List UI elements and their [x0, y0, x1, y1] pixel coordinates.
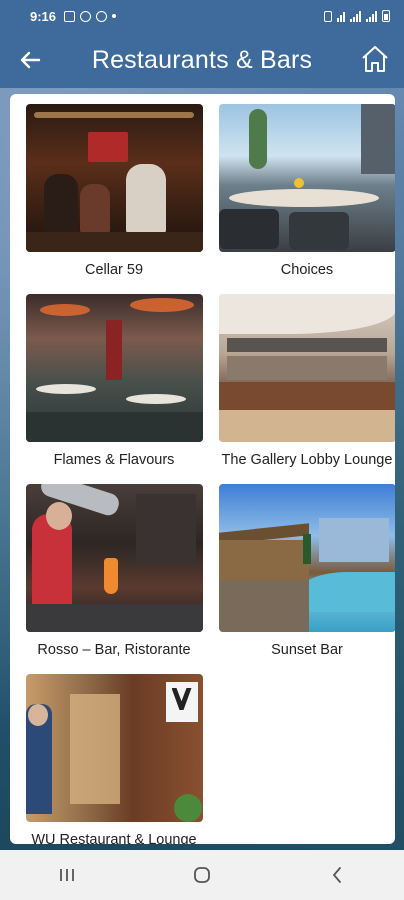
- venue-name: Choices: [280, 262, 334, 278]
- wifi-signal-icon: [337, 11, 345, 22]
- venue-name: The Gallery Lobby Lounge: [221, 452, 393, 468]
- lock-icon: [324, 10, 332, 22]
- venue-photo: [25, 104, 203, 252]
- chevron-left-icon: [332, 867, 341, 883]
- venue-photo: [25, 294, 203, 442]
- recents-icon: [60, 869, 75, 881]
- venue-tile-flames-flavours[interactable]: Flames & Flavours: [19, 294, 209, 484]
- system-nav-bar: [0, 850, 404, 900]
- page-title: Restaurants & Bars: [91, 45, 313, 74]
- system-home-button[interactable]: [182, 855, 222, 895]
- system-back-button[interactable]: [317, 855, 357, 895]
- gallery-icon: [64, 10, 76, 22]
- notification-icons: [64, 10, 117, 22]
- home-icon: [362, 46, 388, 72]
- venue-photo: [25, 484, 203, 632]
- whatsapp-icon: [96, 10, 108, 22]
- system-icons: [324, 10, 390, 22]
- venue-name: Cellar 59: [84, 262, 144, 278]
- app-bar: Restaurants & Bars: [0, 32, 404, 88]
- venue-name: Sunset Bar: [271, 642, 343, 658]
- venue-photo: [218, 484, 395, 632]
- cell-signal-2-icon: [366, 10, 377, 22]
- cell-signal-icon: [350, 10, 361, 22]
- circle-home-icon: [194, 867, 210, 883]
- status-time: 9:16: [30, 8, 57, 24]
- venue-tile-cellar-59[interactable]: Cellar 59: [19, 104, 209, 294]
- venue-grid: Cellar 59 Choices Flames & Flavours The …: [10, 94, 395, 844]
- venue-name: Rosso – Bar, Ristorante: [37, 642, 191, 658]
- battery-icon: [382, 10, 390, 22]
- venue-photo: [25, 674, 203, 822]
- venue-photo: [218, 294, 395, 442]
- arrow-left-icon: [20, 51, 41, 69]
- venue-tile-gallery-lobby-lounge[interactable]: The Gallery Lobby Lounge: [212, 294, 395, 484]
- recents-button[interactable]: [47, 855, 87, 895]
- status-bar: 9:16: [0, 0, 404, 32]
- venue-tile-sunset-bar[interactable]: Sunset Bar: [212, 484, 395, 674]
- venue-name: Flames & Flavours: [53, 452, 175, 468]
- venue-tile-rosso[interactable]: Rosso – Bar, Ristorante: [19, 484, 209, 674]
- venue-photo: [218, 104, 395, 252]
- home-button[interactable]: [358, 42, 392, 76]
- telegram-icon: [80, 10, 92, 22]
- venue-list-card: Cellar 59 Choices Flames & Flavours The …: [10, 94, 395, 844]
- venue-tile-choices[interactable]: Choices: [212, 104, 395, 294]
- venue-name: WU Restaurant & Lounge: [31, 832, 197, 844]
- more-dot-icon: [112, 14, 117, 18]
- venue-tile-wu-restaurant-lounge[interactable]: WU Restaurant & Lounge: [19, 674, 209, 844]
- back-button[interactable]: [14, 44, 46, 76]
